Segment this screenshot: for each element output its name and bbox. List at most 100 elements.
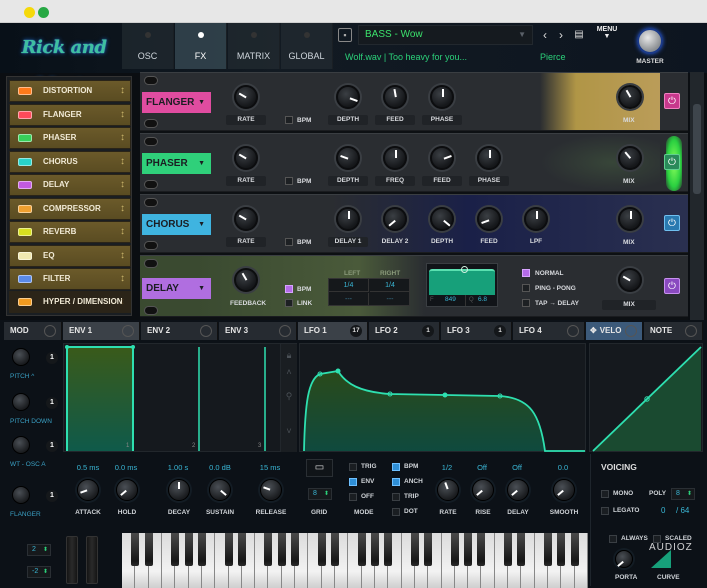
feed-knob[interactable] [383,85,407,109]
legato-checkbox[interactable] [601,507,609,515]
black-key[interactable] [464,533,473,566]
black-key[interactable] [517,533,526,566]
drag-handle-icon[interactable]: ↕ [120,292,125,312]
fx-name-selector[interactable]: PHASER ▼ [142,153,211,174]
delay-1-knob[interactable] [336,207,360,231]
black-key[interactable] [477,533,486,566]
fx-list-item-flanger[interactable]: FLANGER ↕ [9,104,131,126]
menu-button[interactable]: MENU ▼ [592,26,622,46]
black-key[interactable] [450,533,459,566]
black-key[interactable] [357,533,366,566]
drag-handle-icon[interactable]: ↕ [120,269,125,289]
mod-destination-label[interactable]: PITCH DOWN [10,418,52,425]
tab-matrix[interactable]: MATRIX [228,23,280,69]
chevron-up-icon[interactable]: ˄ [281,367,297,377]
toggle-switch[interactable] [144,241,158,250]
drag-handle-icon[interactable]: ↕ [120,128,125,148]
fx-list-item-reverb[interactable]: REVERB ↕ [9,221,131,243]
mix-knob[interactable] [618,207,642,231]
black-key[interactable] [424,533,433,566]
black-key[interactable] [570,533,579,566]
black-key[interactable] [171,533,180,566]
mod-destination-label[interactable]: PITCH ^ [10,373,34,380]
fx-list-item-compressor[interactable]: COMPRESSOR ↕ [9,198,131,220]
tab-osc[interactable]: OSC [122,23,174,69]
black-key[interactable] [331,533,340,566]
rate-knob[interactable] [234,146,258,170]
black-key[interactable] [237,533,246,566]
envelope-graph[interactable]: 1 2 3 🔒︎ ˄ ⚲ ˅ [63,343,297,452]
mod-slot[interactable]: 1 WT - OSC A [6,432,58,472]
tab-env-1[interactable]: ENV 1 [63,322,140,340]
octave-down-stepper[interactable]: -2 ⬍ [27,566,51,578]
floppy-icon[interactable]: ▪ [338,28,352,42]
pitch-wheel[interactable] [66,536,78,584]
sustain-knob[interactable] [209,479,231,501]
browser-window-icon[interactable]: ▤ [571,26,587,44]
grid-stepper[interactable]: 8 ⬍ [308,488,332,500]
trig-checkbox[interactable] [349,463,357,471]
mono-checkbox[interactable] [601,490,609,498]
toggle-switch[interactable] [144,259,158,268]
lfo-graph[interactable] [299,343,586,452]
power-button[interactable]: ⏻ [664,154,680,170]
feed-knob[interactable] [430,146,454,170]
bpm-checkbox[interactable] [392,463,400,471]
tab-lfo-3[interactable]: LFO 31 [441,322,512,340]
feedback-knob[interactable] [234,268,258,292]
fx-rack-scrollbar[interactable] [690,72,704,320]
toggle-switch[interactable] [144,119,158,128]
master-knob[interactable] [637,28,663,54]
black-key[interactable] [197,533,206,566]
fx-name-selector[interactable]: CHORUS ▼ [142,214,211,235]
rate-knob[interactable] [234,85,258,109]
black-key[interactable] [291,533,300,566]
black-key[interactable] [224,533,233,566]
mod-destination-label[interactable]: WT - OSC A [10,461,46,468]
decay-knob[interactable] [168,479,190,501]
toggle-switch[interactable] [144,76,158,85]
mod-slot[interactable]: 1 PITCH ^ [6,344,58,384]
tab-env-3[interactable]: ENV 3 [219,322,297,340]
prev-preset-button[interactable]: ‹ [537,26,553,44]
feed-knob[interactable] [477,207,501,231]
mod-destination-label[interactable]: FLANGER [10,511,41,518]
lfo-rate-knob[interactable] [437,479,459,501]
freq-knob[interactable] [383,146,407,170]
filter-q-value[interactable]: 6.8 [478,296,487,303]
toggle-switch[interactable] [144,306,158,315]
mix-knob[interactable] [618,268,642,292]
zoom-icon[interactable]: ⚲ [281,391,297,402]
env-checkbox[interactable] [349,478,357,486]
left-sub-value[interactable]: --- [329,293,369,306]
porta-knob[interactable] [615,550,633,568]
black-key[interactable] [277,533,286,566]
right-sub-value[interactable]: --- [370,293,410,306]
fx-name-selector[interactable]: FLANGER ▼ [142,92,211,113]
power-button[interactable]: ⏻ [664,93,680,109]
right-time-value[interactable]: 1/4 [370,279,410,292]
always-checkbox[interactable] [609,535,617,543]
fx-list-item-delay[interactable]: DELAY ↕ [9,174,131,196]
ping-pong-checkbox[interactable] [522,284,530,292]
octave-up-stepper[interactable]: 2 ⬍ [27,544,51,556]
mod-amount-knob[interactable] [12,393,30,411]
link-checkbox[interactable] [285,299,293,307]
fx-list-item-eq[interactable]: EQ ↕ [9,245,131,267]
black-key[interactable] [384,533,393,566]
mod-amount-knob[interactable] [12,486,30,504]
lpf-knob[interactable] [524,207,548,231]
minimize-button[interactable] [24,7,35,18]
tap-delay-checkbox[interactable] [522,299,530,307]
tab-fx[interactable]: FX [175,23,227,69]
black-key[interactable] [504,533,513,566]
mix-knob[interactable] [618,85,642,109]
mod-slot[interactable]: 1 PITCH DOWN [6,389,58,429]
master-volume[interactable]: MASTER [630,26,670,72]
black-key[interactable] [317,533,326,566]
toggle-switch[interactable] [144,137,158,146]
delay-2-knob[interactable] [383,207,407,231]
mod-slot[interactable]: 1 FLANGER [6,482,58,522]
tab-mod[interactable]: MOD [4,322,62,340]
folder-icon[interactable]: ▭ [306,459,333,477]
